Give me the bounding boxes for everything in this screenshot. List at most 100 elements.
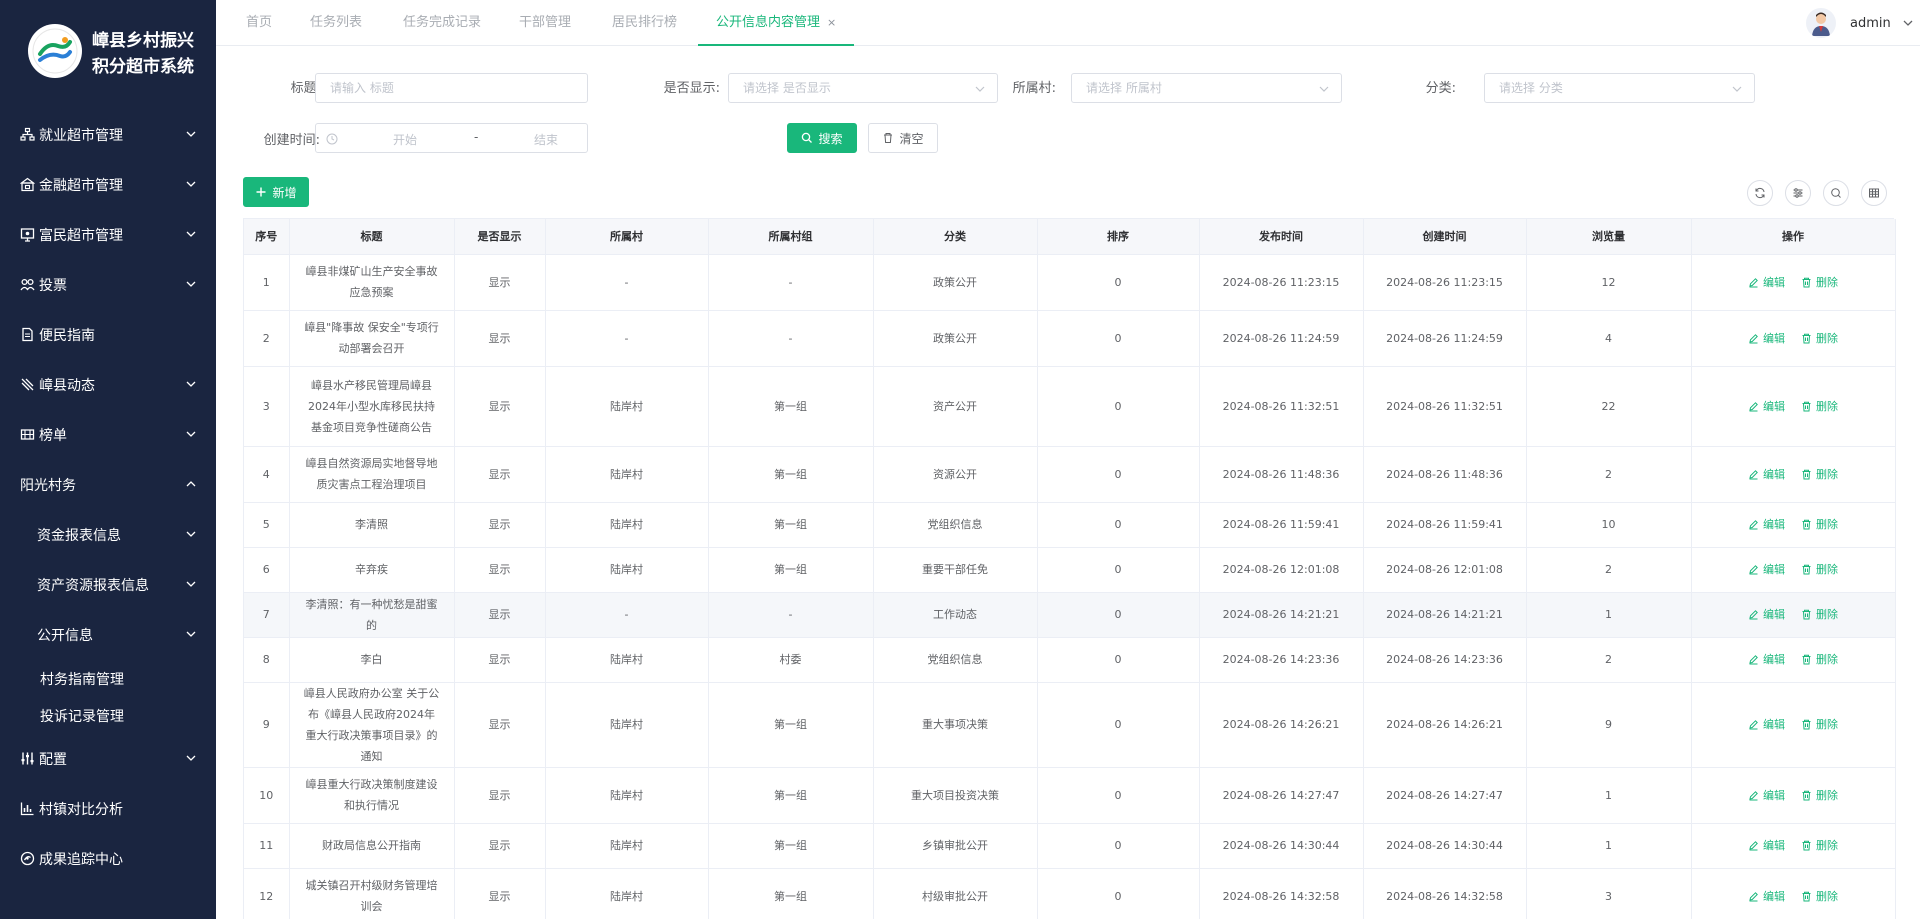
edit-label: 编辑: [1763, 839, 1785, 852]
column-header: 排序: [1037, 219, 1200, 255]
sidebar-item-10[interactable]: 资产资源报表信息: [0, 560, 216, 610]
delete-button[interactable]: 删除: [1801, 835, 1838, 856]
sidebar-item-1[interactable]: 就业超市管理: [0, 110, 216, 160]
edit-button[interactable]: 编辑: [1748, 559, 1785, 580]
tab-label: 首页: [246, 15, 273, 30]
sidebar-item-11[interactable]: 公开信息: [0, 610, 216, 660]
date-end[interactable]: 结束: [534, 131, 558, 148]
sidebar-item-3[interactable]: 富民超市管理: [0, 210, 216, 260]
delete-button[interactable]: 删除: [1801, 604, 1838, 625]
columns-button[interactable]: [1861, 180, 1887, 206]
toggle-search-button[interactable]: [1823, 180, 1849, 206]
edit-button[interactable]: 编辑: [1748, 396, 1785, 417]
edit-button[interactable]: 编辑: [1748, 272, 1785, 293]
bank-icon: [20, 177, 35, 192]
row-category: 资源公开: [873, 446, 1038, 503]
delete-button[interactable]: 删除: [1801, 272, 1838, 293]
delete-button[interactable]: 删除: [1801, 785, 1838, 806]
row-publish-time: 2024-08-26 12:01:08: [1199, 547, 1364, 593]
row-sort: 0: [1037, 823, 1200, 869]
row-category: 政策公开: [873, 310, 1038, 367]
delete-button[interactable]: 删除: [1801, 514, 1838, 535]
edit-icon: [1749, 655, 1758, 665]
sidebar-item-16[interactable]: 成果追踪中心: [0, 834, 216, 884]
edit-button[interactable]: 编辑: [1748, 604, 1785, 625]
sidebar-item-8[interactable]: 阳光村务: [0, 460, 216, 510]
sidebar-item-4[interactable]: 投票: [0, 260, 216, 310]
sidebar-item-14[interactable]: 配置: [0, 734, 216, 784]
add-button-label: 新增: [272, 185, 297, 200]
chevron-down-icon: [186, 755, 196, 761]
chevron-down-icon: [186, 431, 196, 437]
app-title-line2: 积分超市系统: [92, 57, 194, 77]
sidebar-item-7[interactable]: 榜单: [0, 410, 216, 460]
edit-button[interactable]: 编辑: [1748, 514, 1785, 535]
data-table: 序号 标题 是否显示 所属村 所属村组 分类 排序 发布时间 创建时间 浏览量 操作 1 嶂县非煤矿山…: [243, 218, 1896, 919]
filter-settings-button[interactable]: [1785, 180, 1811, 206]
category-select-input[interactable]: [1485, 74, 1754, 102]
app-title-line1: 嶂县乡村振兴: [92, 31, 194, 51]
refresh-button[interactable]: [1747, 180, 1773, 206]
edit-button[interactable]: 编辑: [1748, 464, 1785, 485]
edit-label: 编辑: [1763, 563, 1785, 576]
search-icon: [802, 132, 813, 143]
created-date-range[interactable]: 开始 - 结束: [315, 123, 588, 153]
edit-icon: [1749, 277, 1758, 287]
delete-button[interactable]: 删除: [1801, 396, 1838, 417]
tab-home[interactable]: 首页: [246, 0, 272, 46]
edit-button[interactable]: 编辑: [1748, 714, 1785, 735]
sidebar-item-15[interactable]: 村镇对比分析: [0, 784, 216, 834]
tab-close-icon[interactable]: ×: [827, 16, 836, 29]
clear-button[interactable]: 清空: [868, 123, 938, 153]
title-input[interactable]: [316, 74, 587, 102]
row-village: 陆岸村: [545, 366, 709, 447]
show-select-input[interactable]: [729, 74, 997, 102]
tab-task-list[interactable]: 任务列表: [310, 0, 362, 46]
search-icon: [1831, 188, 1841, 198]
tab-public-info[interactable]: 公开信息内容管理 ×: [698, 0, 855, 46]
trash-icon: [1802, 609, 1811, 620]
village-select[interactable]: [1071, 73, 1342, 103]
sidebar-item-9[interactable]: 资金报表信息: [0, 510, 216, 560]
row-show: 显示: [454, 592, 546, 638]
tab-cadre[interactable]: 干部管理: [519, 0, 571, 46]
delete-button[interactable]: 删除: [1801, 328, 1838, 349]
sidebar-item-12[interactable]: 村务指南管理: [0, 660, 216, 697]
main-content: 首页 任务列表 任务完成记录 干部管理 居民排行榜 公开信息内容管理 × admi…: [216, 0, 1920, 919]
sidebar-item-5[interactable]: 便民指南: [0, 310, 216, 360]
add-button[interactable]: 新增: [243, 177, 309, 207]
date-start[interactable]: 开始: [393, 131, 417, 148]
sidebar-item-13[interactable]: 投诉记录管理: [0, 697, 216, 734]
edit-button[interactable]: 编辑: [1748, 328, 1785, 349]
sidebar-item-label: 村镇对比分析: [39, 802, 123, 818]
category-select[interactable]: [1484, 73, 1755, 103]
sidebar-item-6[interactable]: 嶂县动态: [0, 360, 216, 410]
delete-button[interactable]: 删除: [1801, 559, 1838, 580]
row-village: 陆岸村: [545, 682, 709, 768]
edit-icon: [1749, 520, 1758, 530]
row-group: -: [708, 310, 874, 367]
village-select-input[interactable]: [1072, 74, 1341, 102]
user-menu[interactable]: admin: [1806, 8, 1913, 38]
row-title: 李清照: [289, 502, 455, 548]
column-header: 操作: [1691, 219, 1896, 255]
row-publish-time: 2024-08-26 14:23:36: [1199, 637, 1364, 683]
chevron-down-icon: [1903, 20, 1913, 26]
delete-label: 删除: [1816, 275, 1838, 289]
edit-button[interactable]: 编辑: [1748, 886, 1785, 907]
edit-button[interactable]: 编辑: [1748, 649, 1785, 670]
tab-ranking[interactable]: 居民排行榜: [612, 0, 677, 46]
delete-button[interactable]: 删除: [1801, 714, 1838, 735]
row-publish-time: 2024-08-26 11:59:41: [1199, 502, 1364, 548]
edit-button[interactable]: 编辑: [1748, 785, 1785, 806]
row-views: 1: [1526, 767, 1692, 824]
sidebar-item-2[interactable]: 金融超市管理: [0, 160, 216, 210]
tab-task-records[interactable]: 任务完成记录: [403, 0, 481, 46]
search-button[interactable]: 搜索: [787, 123, 857, 153]
delete-button[interactable]: 删除: [1801, 649, 1838, 670]
delete-button[interactable]: 删除: [1801, 886, 1838, 907]
delete-button[interactable]: 删除: [1801, 464, 1838, 485]
show-select[interactable]: [728, 73, 998, 103]
edit-button[interactable]: 编辑: [1748, 835, 1785, 856]
sidebar-item-label: 成果追踪中心: [39, 852, 123, 868]
